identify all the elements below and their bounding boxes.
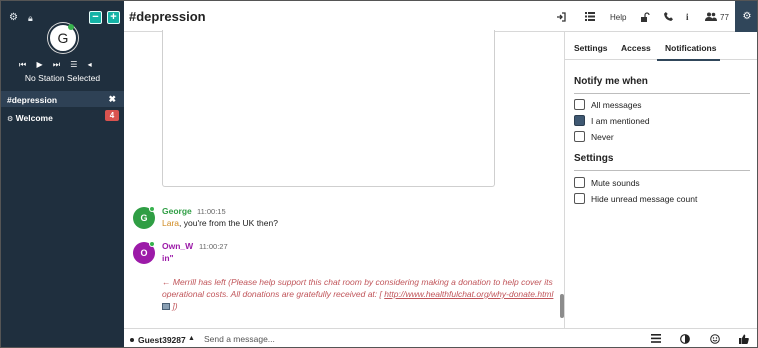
unlock-icon[interactable]: [640, 12, 650, 24]
station-label: No Station Selected: [24, 73, 101, 83]
status-dot: [130, 338, 134, 342]
panel-tabs: Settings Access Notifications: [565, 32, 757, 61]
previous-icon[interactable]: ⏮: [19, 60, 30, 70]
message-body: , you're from the UK then?: [179, 218, 278, 228]
phone-icon[interactable]: [664, 12, 673, 23]
checkbox[interactable]: [574, 99, 585, 110]
room-item-depression[interactable]: #depression ✖: [1, 91, 124, 107]
sidebar-top: ⚙ 🔒︎ − + G ⏮ ▶ ⏭ ☰ ◂ No Station Selected: [1, 1, 124, 91]
option-label: I am mentioned: [591, 116, 650, 126]
sidebar: ⚙ 🔒︎ − + G ⏮ ▶ ⏭ ☰ ◂ No Station Selected…: [1, 1, 124, 347]
checkbox[interactable]: [574, 177, 585, 188]
divider: [574, 170, 750, 171]
volume-icon[interactable]: ◂: [88, 60, 96, 69]
room-name: Welcome: [15, 113, 53, 123]
tab-access[interactable]: Access: [621, 43, 651, 53]
tab-settings[interactable]: Settings: [574, 43, 608, 53]
gear-icon: ⚙: [742, 11, 752, 22]
chat-header: #depression Help i 77 ⚙: [124, 1, 757, 32]
online-status-dot: [149, 206, 155, 212]
message-username[interactable]: George: [162, 206, 192, 216]
close-icon[interactable]: ✖: [108, 94, 116, 105]
donation-link[interactable]: http://www.healthfulchat.org/why-donate.…: [384, 289, 553, 299]
message-timestamp: 11:00:15: [197, 207, 226, 216]
play-icon[interactable]: ▶: [36, 60, 46, 69]
room-item-welcome[interactable]: ⚙ Welcome 4: [1, 109, 124, 125]
notify-heading: Notify me when: [574, 76, 648, 87]
room-name: #depression: [7, 95, 58, 105]
message-username[interactable]: Own_W: [162, 241, 193, 251]
divider: [574, 93, 750, 94]
unread-badge: 4: [105, 110, 119, 121]
lock-icon[interactable]: 🔒︎: [28, 13, 33, 23]
checkbox[interactable]: [574, 131, 585, 142]
sign-in-icon[interactable]: [556, 12, 566, 24]
room-name-wrap: ⚙ Welcome: [7, 113, 53, 123]
user-count: 77: [720, 13, 729, 22]
online-status-dot: [149, 241, 155, 247]
chat-messages: G George 11:00:15 Lara, you're from the …: [124, 30, 564, 328]
settings-panel: Settings Access Notifications Notify me …: [564, 32, 757, 328]
image-icon[interactable]: [162, 303, 170, 311]
media-embed-frame: [162, 30, 495, 187]
message-composer: Guest39287 ▲: [124, 328, 757, 347]
caret-up-icon[interactable]: ▲: [188, 335, 195, 342]
info-icon[interactable]: i: [686, 12, 689, 22]
checkbox[interactable]: [574, 115, 585, 126]
tab-notifications[interactable]: Notifications: [665, 43, 716, 53]
system-message: ← Merrill has left (Please help support …: [162, 276, 557, 312]
users-icon[interactable]: [705, 12, 717, 23]
media-player-controls: ⏮ ▶ ⏭ ☰ ◂: [19, 60, 107, 70]
contrast-icon[interactable]: [680, 334, 690, 347]
message-text: Lara, you're from the UK then?: [162, 218, 278, 228]
option-label: Mute sounds: [591, 178, 640, 188]
option-label: Hide unread message count: [591, 194, 698, 204]
checkbox[interactable]: [574, 193, 585, 204]
online-status-dot: [68, 24, 74, 30]
message-timestamp: 11:00:27: [199, 242, 228, 251]
option-label: All messages: [591, 100, 642, 110]
message-text: in": [162, 253, 174, 263]
app-window: ⚙ 🔒︎ − + G ⏮ ▶ ⏭ ☰ ◂ No Station Selected…: [0, 0, 758, 348]
active-tab-indicator: [657, 59, 720, 61]
list-icon[interactable]: [585, 12, 595, 23]
settings-heading: Settings: [574, 153, 614, 164]
username-label[interactable]: Guest39287: [138, 335, 186, 345]
smile-icon[interactable]: [710, 334, 720, 347]
mention[interactable]: Lara: [162, 218, 179, 228]
help-link[interactable]: Help: [610, 13, 626, 23]
menu-icon[interactable]: [651, 334, 661, 346]
page-title: #depression: [129, 9, 206, 24]
message-input[interactable]: [204, 332, 624, 346]
thumbs-up-icon[interactable]: [739, 334, 749, 347]
option-label: Never: [591, 132, 614, 142]
settings-gear-button[interactable]: ⚙: [735, 1, 757, 32]
next-icon[interactable]: ⏭: [53, 60, 64, 70]
add-room-button[interactable]: +: [107, 11, 120, 24]
system-message-end: ]): [172, 301, 178, 311]
playlist-icon[interactable]: ☰: [70, 60, 81, 69]
gear-icon[interactable]: ⚙: [9, 13, 18, 23]
gear-icon: ⚙: [7, 116, 14, 123]
collapse-button[interactable]: −: [89, 11, 102, 24]
